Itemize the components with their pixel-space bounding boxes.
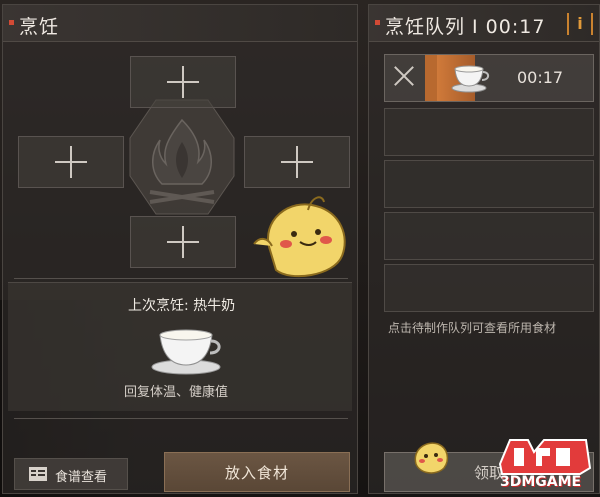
queue-header: 烹饪队列 I 00:17 i (369, 5, 599, 42)
cooking-header: 烹饪 (3, 5, 357, 42)
add-ingredients-label: 放入食材 (224, 464, 289, 482)
last-cooked-description: 回复体温、健康值 (124, 385, 229, 400)
queue-slot-empty[interactable] (384, 108, 594, 156)
queue-title: 烹饪队列 I 00:17 (385, 16, 546, 38)
queue-hint: 点击待制作队列可查看所用食材 (388, 321, 557, 335)
plus-icon (55, 146, 87, 178)
plus-icon (281, 146, 313, 178)
progress-marker (425, 55, 437, 101)
recipe-book-button[interactable]: 食谱查看 (14, 458, 128, 490)
ingredient-slot-top[interactable] (130, 56, 236, 108)
campfire-icon (129, 99, 235, 215)
ingredient-slot-left[interactable] (18, 136, 124, 188)
queue-item-time: 00:17 (517, 68, 564, 87)
watermark-text: 3DMGAME (500, 474, 582, 490)
queue-item-active[interactable]: 00:17 (384, 54, 594, 102)
mascot-sticker-icon (253, 196, 346, 278)
divider (14, 418, 348, 419)
plus-icon (167, 226, 199, 258)
info-icon[interactable]: i (567, 13, 593, 35)
book-icon (29, 467, 47, 481)
ingredient-slot-bottom[interactable] (130, 216, 236, 268)
header-marker (9, 20, 14, 25)
mascot-small-icon (414, 442, 449, 474)
queue-slot-empty[interactable] (384, 212, 594, 260)
header-marker (375, 20, 380, 25)
recipe-book-label: 食谱查看 (55, 470, 108, 485)
cancel-icon[interactable] (393, 65, 415, 87)
queue-slot-empty[interactable] (384, 264, 594, 312)
hot-milk-icon (151, 329, 221, 375)
last-cooked-label: 上次烹饪: 热牛奶 (128, 298, 236, 314)
ingredient-slot-right[interactable] (244, 136, 350, 188)
plus-icon (167, 66, 199, 98)
queue-slot-empty[interactable] (384, 160, 594, 208)
teacup-icon (451, 65, 490, 93)
last-cooked-card: 上次烹饪: 热牛奶 回复体温、健康值 (8, 282, 352, 411)
add-ingredients-button[interactable]: 放入食材 (164, 452, 350, 492)
cooking-title: 烹饪 (19, 16, 60, 38)
